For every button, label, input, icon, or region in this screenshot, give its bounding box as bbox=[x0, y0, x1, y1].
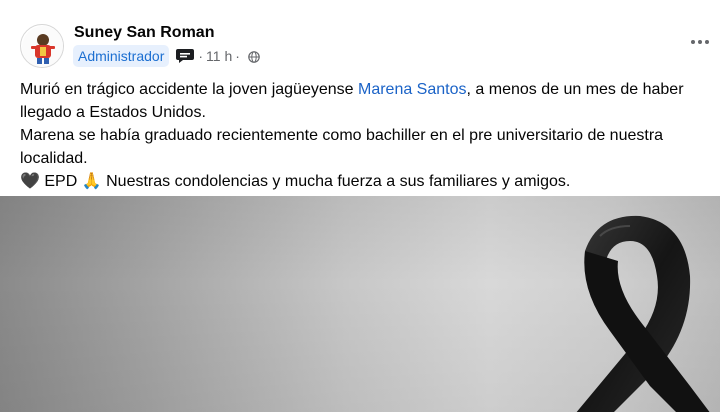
post-line-3: 🖤 EPD 🙏 Nuestras condolencias y mucha fu… bbox=[20, 170, 710, 193]
post-meta: Administrador · 11 h · bbox=[73, 45, 260, 67]
black-ribbon-icon bbox=[576, 215, 710, 412]
author-avatar[interactable] bbox=[20, 24, 64, 68]
post-header: Suney San Roman Administrador · 11 h · bbox=[0, 0, 720, 72]
separator-dot-2: · bbox=[235, 48, 240, 64]
post-body-text: Murió en trágico accidente la joven jagü… bbox=[20, 78, 710, 193]
separator-dot: · bbox=[198, 48, 204, 64]
praying-hands-emoji: 🙏 bbox=[81, 173, 102, 190]
role-badge[interactable]: Administrador bbox=[73, 45, 170, 67]
post-line-1-start: Murió en trágico accidente la joven jagü… bbox=[20, 81, 358, 98]
more-options-icon bbox=[691, 40, 709, 44]
more-options-button[interactable] bbox=[688, 30, 712, 54]
condolences-text: Nuestras condolencias y mucha fuerza a s… bbox=[106, 173, 571, 190]
post-line-2: Marena se había graduado recientemente c… bbox=[20, 127, 664, 167]
mention-link[interactable]: Marena Santos bbox=[358, 81, 467, 98]
black-heart-emoji: 🖤 bbox=[20, 173, 40, 190]
avatar-illustration-icon bbox=[22, 26, 63, 67]
chat-bubble-icon bbox=[175, 47, 195, 65]
post-image[interactable] bbox=[0, 196, 720, 412]
globe-icon[interactable] bbox=[248, 50, 260, 63]
post-timestamp[interactable]: 11 h bbox=[206, 48, 232, 64]
author-name[interactable]: Suney San Roman bbox=[74, 24, 214, 42]
post-line-1: Murió en trágico accidente la joven jagü… bbox=[20, 78, 710, 124]
epd-text: EPD bbox=[44, 173, 78, 190]
